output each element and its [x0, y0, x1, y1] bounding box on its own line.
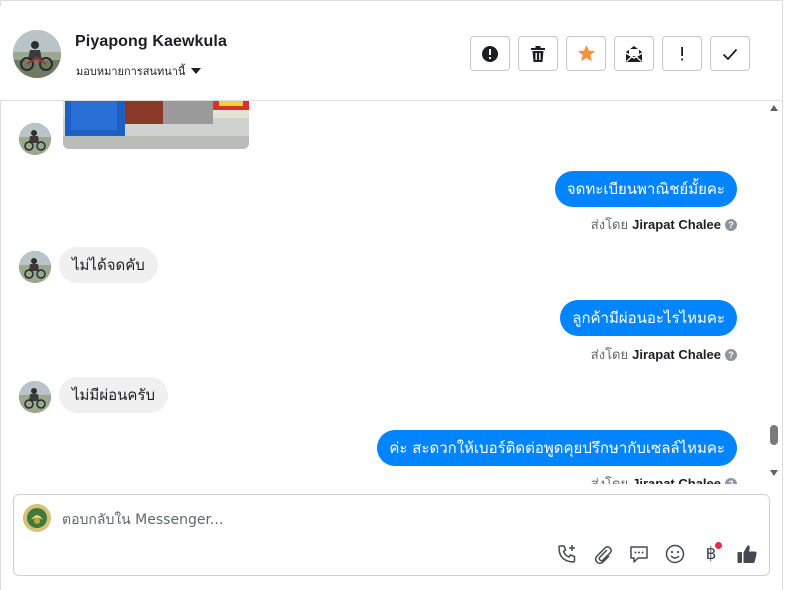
- star-icon: [577, 44, 595, 62]
- chevron-down-icon: [191, 68, 202, 74]
- outgoing-message[interactable]: จดทะเบียนพาณิชย์มั้ยคะ: [554, 171, 737, 207]
- assign-conversation-dropdown[interactable]: มอบหมายการสนทนานี้: [76, 62, 202, 80]
- reply-input[interactable]: [62, 509, 662, 531]
- sent-by-label: ส่งโดย Jirapat Chalee ?: [591, 344, 737, 365]
- star-button[interactable]: [566, 36, 606, 71]
- check-icon: [722, 48, 738, 60]
- trash-icon: [531, 45, 545, 62]
- scroll-down-arrow-icon[interactable]: [770, 470, 778, 476]
- thread-header: Piyapong Kaewkula มอบหมายการสนทนานี้: [0, 6, 781, 101]
- send-like-button[interactable]: [735, 542, 759, 566]
- saved-replies-button[interactable]: [627, 542, 651, 566]
- sender-avatar: [19, 381, 51, 413]
- exclamation-icon: [681, 46, 683, 60]
- payment-button[interactable]: ฿: [699, 542, 723, 566]
- help-icon[interactable]: ?: [725, 477, 737, 484]
- incoming-message[interactable]: ไม่ได้จดคับ: [59, 247, 158, 283]
- photo-attachment[interactable]: [63, 101, 249, 149]
- scroll-up-arrow-icon[interactable]: [770, 105, 778, 111]
- sent-by-label: ส่งโดย Jirapat Chalee ?: [591, 214, 737, 235]
- thread-actions: [470, 36, 750, 71]
- sent-by-prefix: ส่งโดย: [590, 218, 629, 233]
- thumbs-up-icon: [737, 545, 757, 563]
- composer-tools: ฿: [555, 542, 759, 566]
- alert-circle-icon: [482, 45, 498, 62]
- sent-by-label: ส่งโดย Jirapat Chalee ?: [591, 473, 737, 484]
- follow-up-button[interactable]: [662, 36, 702, 71]
- message-list[interactable]: จดทะเบียนพาณิชย์มั้ยคะ ส่งโดย Jirapat Ch…: [0, 101, 766, 484]
- sent-by-prefix: ส่งโดย: [591, 473, 628, 484]
- smiley-icon: [665, 544, 685, 564]
- envelope-open-icon: [625, 45, 643, 62]
- mark-spam-button[interactable]: [470, 36, 510, 71]
- scrollbar-thumb[interactable]: [770, 425, 778, 445]
- sender-avatar: [19, 123, 51, 155]
- contact-avatar[interactable]: [13, 30, 61, 78]
- message-scrollbar[interactable]: [768, 101, 781, 484]
- attach-file-button[interactable]: [591, 542, 615, 566]
- agent-name[interactable]: Jirapat Chalee: [632, 217, 721, 232]
- call-button[interactable]: [555, 542, 579, 566]
- page-avatar: [23, 504, 51, 532]
- agent-name[interactable]: Jirapat Chalee: [632, 347, 721, 362]
- outgoing-message[interactable]: ลูกค้ามีผ่อนอะไรไหมคะ: [560, 300, 737, 336]
- help-icon[interactable]: ?: [725, 348, 737, 361]
- sender-avatar: [19, 251, 51, 283]
- paperclip-icon: [594, 546, 612, 565]
- assign-conversation-label: มอบหมายการสนทนานี้: [76, 65, 186, 78]
- outgoing-message[interactable]: ค่ะ สะดวกให้เบอร์ติดต่อพูดคุยปรึกษากับเซ…: [377, 430, 737, 466]
- mark-done-button[interactable]: [710, 36, 750, 71]
- agent-name[interactable]: Jirapat Chalee: [632, 476, 721, 484]
- contact-name[interactable]: Piyapong Kaewkula: [75, 33, 227, 51]
- phone-plus-icon: [558, 545, 576, 563]
- notification-dot: [715, 542, 722, 549]
- reply-composer: ฿: [13, 494, 770, 576]
- help-icon[interactable]: ?: [725, 218, 737, 231]
- incoming-message[interactable]: ไม่มีผ่อนครับ: [59, 377, 168, 413]
- emoji-button[interactable]: [663, 542, 687, 566]
- chat-bubble-icon: [630, 546, 648, 563]
- delete-button[interactable]: [518, 36, 558, 71]
- mark-unread-button[interactable]: [614, 36, 654, 71]
- sent-by-prefix: ส่งโดย: [590, 348, 629, 363]
